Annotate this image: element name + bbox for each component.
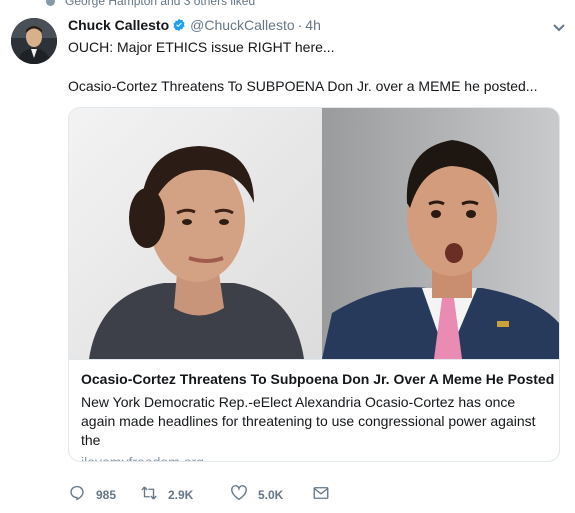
- social-context[interactable]: George Hampton and 3 others liked: [46, 0, 255, 8]
- link-card[interactable]: Ocasio-Cortez Threatens To Subpoena Don …: [68, 107, 560, 462]
- tweet-header: Chuck Callesto @ChuckCallesto · 4h: [68, 17, 321, 33]
- avatar[interactable]: [11, 18, 57, 64]
- retweet-button[interactable]: 2.9K: [140, 484, 230, 505]
- tweet-text: OUCH: Major ETHICS issue RIGHT here... O…: [68, 38, 558, 96]
- card-description: New York Democratic Rep.-eElect Alexandr…: [81, 394, 536, 448]
- reply-button[interactable]: 985: [68, 484, 140, 505]
- envelope-icon: [312, 484, 330, 505]
- direct-message-button[interactable]: [312, 484, 330, 505]
- like-button[interactable]: 5.0K: [230, 484, 312, 505]
- card-image-right-photo: [322, 108, 559, 359]
- card-image[interactable]: [69, 108, 559, 359]
- reply-icon: [68, 484, 86, 505]
- like-count: 5.0K: [258, 487, 284, 502]
- tweet-timestamp[interactable]: 4h: [305, 17, 321, 33]
- separator-dot: ·: [297, 17, 303, 33]
- heart-icon: [46, 0, 55, 6]
- card-title[interactable]: Ocasio-Cortez Threatens To Subpoena Don …: [81, 370, 554, 389]
- author-name[interactable]: Chuck Callesto: [68, 17, 169, 33]
- reply-count: 985: [96, 487, 117, 502]
- card-body[interactable]: Ocasio-Cortez Threatens To Subpoena Don …: [69, 359, 559, 462]
- retweet-count: 2.9K: [168, 487, 194, 502]
- heart-icon: [230, 484, 248, 505]
- retweet-icon: [140, 484, 158, 505]
- social-context-text: George Hampton and 3 others liked: [65, 0, 256, 8]
- verified-badge-icon: [172, 18, 186, 32]
- author-handle[interactable]: @ChuckCallesto: [190, 17, 294, 33]
- tweet-text-line-2: Ocasio-Cortez Threatens To SUBPOENA Don …: [68, 78, 538, 94]
- card-image-left-photo: [69, 108, 322, 359]
- tweet-text-line-1: OUCH: Major ETHICS issue RIGHT here...: [68, 39, 335, 55]
- chevron-down-icon[interactable]: [550, 18, 568, 36]
- card-domain: ilovemyfreedom.org: [81, 454, 204, 462]
- tweet-actions: 985 2.9K 5.0K: [68, 484, 330, 505]
